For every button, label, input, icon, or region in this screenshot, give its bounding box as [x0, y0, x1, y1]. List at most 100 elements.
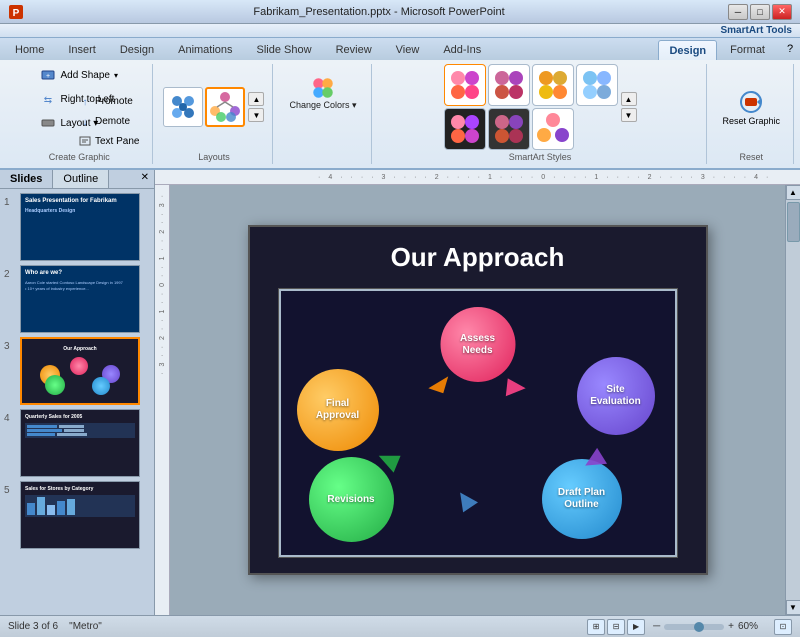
scroll-thumb[interactable]	[787, 202, 800, 242]
zoom-slider[interactable]	[664, 624, 724, 630]
status-slide-info: Slide 3 of 6 "Metro"	[8, 621, 587, 632]
slide-thumb-4[interactable]: Quarterly Sales for 2005	[20, 409, 140, 477]
zoom-level: 60%	[738, 621, 766, 632]
slide-item-5[interactable]: 5 Sales for Stores by Category	[4, 481, 150, 549]
circle-assess-needs[interactable]: AssessNeeds	[440, 307, 515, 382]
layout-nav: ▲ ▼	[248, 92, 264, 122]
tab-animations[interactable]: Animations	[167, 40, 243, 60]
smartart-tools-label: SmartArt Tools	[0, 24, 800, 38]
promote-button[interactable]: ↑ Promote	[74, 92, 138, 110]
view-buttons: ⊞ ⊟ ▶	[587, 619, 645, 635]
title-bar: P Fabrikam_Presentation.pptx - Microsoft…	[0, 0, 800, 24]
style-thumb-2[interactable]	[488, 64, 530, 106]
tab-addins[interactable]: Add-Ins	[432, 40, 492, 60]
smartart-styles-label: SmartArt Styles	[509, 152, 572, 164]
layouts-label: Layouts	[198, 152, 230, 164]
svg-text:⇆: ⇆	[44, 95, 52, 106]
style-thumb-3[interactable]	[532, 64, 574, 106]
minimize-button[interactable]: ─	[728, 4, 748, 20]
zoom-out-btn[interactable]: ─	[653, 621, 660, 632]
status-bar: Slide 3 of 6 "Metro" ⊞ ⊟ ▶ ─ + 60% ⊡	[0, 615, 800, 637]
tab-smartart-format[interactable]: Format	[719, 40, 776, 60]
tab-review[interactable]: Review	[325, 40, 383, 60]
style-row-1	[444, 64, 618, 106]
demote-button[interactable]: ↓ Demote	[74, 112, 135, 130]
close-button[interactable]: ✕	[772, 4, 792, 20]
outline-tab[interactable]: Outline	[53, 170, 109, 188]
group-layouts: ▲ ▼ Layouts	[155, 64, 273, 164]
reset-label: Reset	[739, 152, 763, 164]
smartart-diagram[interactable]: AssessNeeds SiteEvaluation Draft PlanOut…	[278, 288, 678, 558]
slide-item-2[interactable]: 2 Who are we? Aaron Cole started Contoso…	[4, 265, 150, 333]
style-thumb-5[interactable]	[444, 108, 486, 150]
circle-final-approval[interactable]: FinalApproval	[297, 369, 379, 451]
group-create-graphic: + Add Shape ▾ ⇆ Right to Left Layout ▾	[6, 64, 153, 164]
slide-thumb-2[interactable]: Who are we? Aaron Cole started Contoso L…	[20, 265, 140, 333]
slide-num-1: 1	[4, 193, 16, 208]
tab-home[interactable]: Home	[4, 40, 55, 60]
group-change-colors: Change Colors ▾	[275, 64, 371, 164]
tab-slideshow[interactable]: Slide Show	[246, 40, 323, 60]
panel-close-button[interactable]: ✕	[136, 170, 154, 188]
window-controls: ─ □ ✕	[728, 4, 792, 20]
slide-thumb-3[interactable]: Our Approach	[20, 337, 140, 405]
slide-thumb-1[interactable]: Sales Presentation for Fabrikam Headquar…	[20, 193, 140, 261]
slide-title: Our Approach	[391, 242, 565, 273]
style-nav-down[interactable]: ▼	[621, 108, 637, 122]
normal-view-button[interactable]: ⊞	[587, 619, 605, 635]
svg-text:P: P	[13, 8, 20, 19]
slide-thumb-5[interactable]: Sales for Stores by Category	[20, 481, 140, 549]
slides-tab[interactable]: Slides	[0, 170, 53, 188]
style-nav: ▲ ▼	[621, 92, 637, 122]
circle-site-evaluation[interactable]: SiteEvaluation	[577, 357, 655, 435]
style-thumb-7[interactable]	[532, 108, 574, 150]
canvas-row: ·3··2··1··0··1··2··3· Our Approach Asses…	[155, 185, 800, 615]
zoom-control: ─ + 60%	[653, 621, 766, 632]
change-colors-button[interactable]: Change Colors ▾	[283, 72, 362, 115]
scroll-down-button[interactable]: ▼	[786, 600, 800, 615]
slideshow-button[interactable]: ▶	[627, 619, 645, 635]
svg-text:+: +	[46, 73, 50, 80]
tab-view[interactable]: View	[385, 40, 431, 60]
zoom-in-btn[interactable]: +	[728, 621, 734, 632]
ribbon-help-btn[interactable]: ?	[780, 38, 800, 60]
text-pane-button[interactable]: Text Pane	[74, 132, 144, 150]
tab-insert[interactable]: Insert	[57, 40, 107, 60]
reset-graphic-button[interactable]: Reset Graphic	[717, 83, 785, 131]
zoom-slider-thumb[interactable]	[694, 622, 704, 632]
status-right: ⊞ ⊟ ▶ ─ + 60% ⊡	[587, 619, 792, 635]
scroll-track[interactable]	[786, 200, 800, 600]
slide-list: 1 Sales Presentation for Fabrikam Headqu…	[0, 189, 154, 615]
slide-panel-tabs: Slides Outline ✕	[0, 170, 154, 189]
layout-thumb-1[interactable]	[163, 87, 203, 127]
ribbon-content: + Add Shape ▾ ⇆ Right to Left Layout ▾	[0, 60, 800, 168]
tab-smartart-design[interactable]: Design	[658, 40, 717, 60]
style-thumb-4[interactable]	[576, 64, 618, 106]
layout-thumb-2[interactable]	[205, 87, 245, 127]
style-thumb-1[interactable]	[444, 64, 486, 106]
layout-nav-up[interactable]: ▲	[248, 92, 264, 106]
group-reset: Reset Graphic Reset	[709, 64, 794, 164]
circle-revisions[interactable]: Revisions	[309, 457, 394, 542]
maximize-button[interactable]: □	[750, 4, 770, 20]
style-thumb-6[interactable]	[488, 108, 530, 150]
add-shape-button[interactable]: + Add Shape ▾	[35, 64, 123, 86]
svg-text:↓: ↓	[83, 117, 88, 127]
tab-design[interactable]: Design	[109, 40, 165, 60]
group-smartart-styles: ▲ ▼ SmartArt Styles	[374, 64, 708, 164]
layout-thumbnails	[163, 87, 245, 127]
scroll-up-button[interactable]: ▲	[786, 185, 800, 200]
main-tabs: Home Insert Design Animations Slide Show…	[0, 38, 496, 60]
slide-item-3[interactable]: 3 Our Approach	[4, 337, 150, 405]
app-icon: P	[8, 4, 24, 20]
slide-sorter-button[interactable]: ⊟	[607, 619, 625, 635]
vertical-scrollbar: ▲ ▼	[785, 185, 800, 615]
slide-item-1[interactable]: 1 Sales Presentation for Fabrikam Headqu…	[4, 193, 150, 261]
slide-canvas: Our Approach AssessNeeds SiteEvaluation	[248, 225, 708, 575]
style-nav-up[interactable]: ▲	[621, 92, 637, 106]
circle-draft-plan[interactable]: Draft PlanOutline	[542, 459, 622, 539]
slide-item-4[interactable]: 4 Quarterly Sales for 2005	[4, 409, 150, 477]
fit-slide-button[interactable]: ⊡	[774, 619, 792, 635]
slide-num-3: 3	[4, 337, 16, 352]
layout-nav-down[interactable]: ▼	[248, 108, 264, 122]
